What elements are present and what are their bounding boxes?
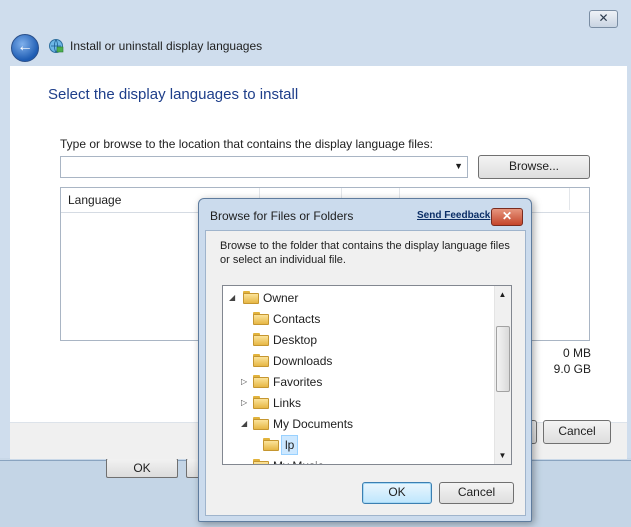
available-space-value: 9.0 GB <box>553 362 591 376</box>
send-feedback-link[interactable]: Send Feedback <box>417 210 490 221</box>
desktop-folder-icon <box>253 333 269 346</box>
collapse-arrow-icon[interactable]: ▷ <box>241 393 251 413</box>
favorites-folder-icon <box>253 375 269 388</box>
tree-item-label: Links <box>273 396 302 410</box>
collapse-arrow-icon[interactable]: ▷ <box>241 372 251 392</box>
dialog-ok-button[interactable]: OK <box>362 482 432 504</box>
dialog-cancel-button[interactable]: Cancel <box>439 482 514 504</box>
tree-item-label: Desktop <box>273 333 318 347</box>
page-heading: Select the display languages to install <box>48 86 299 103</box>
cancel-button[interactable]: Cancel <box>543 420 611 444</box>
dialog-close-button[interactable]: ✕ <box>491 208 523 226</box>
expand-arrow-icon[interactable]: ◢ <box>241 414 251 434</box>
dropdown-arrow-icon[interactable]: ▼ <box>454 161 463 171</box>
user-folder-icon <box>243 291 259 304</box>
folder-tree[interactable]: ◢ Owner Contacts Desktop Downloads ▷ Fav… <box>222 285 512 465</box>
dialog-instruction: Browse to the folder that contains the d… <box>220 240 510 266</box>
dialog-body: Browse to the folder that contains the d… <box>205 230 526 516</box>
scroll-up-arrow-icon[interactable]: ▲ <box>494 286 511 303</box>
links-folder-icon <box>253 396 269 409</box>
music-folder-icon <box>253 459 269 464</box>
location-combobox[interactable]: ▼ <box>60 156 468 178</box>
window-title: Install or uninstall display languages <box>70 39 263 53</box>
tree-item-label: Favorites <box>273 375 323 389</box>
expand-arrow-icon[interactable]: ◢ <box>229 288 239 308</box>
lp-file-icon <box>263 438 279 451</box>
dialog-title: Browse for Files or Folders <box>210 209 354 223</box>
tree-item-label: My Documents <box>273 417 354 431</box>
background-ok-button[interactable]: OK <box>106 458 178 478</box>
language-globe-icon <box>49 39 64 53</box>
scroll-thumb[interactable] <box>496 326 510 392</box>
tree-item-label: Owner <box>263 291 299 305</box>
location-instruction: Type or browse to the location that cont… <box>60 137 433 151</box>
column-divider <box>569 188 570 210</box>
tree-item-label: Downloads <box>273 354 333 368</box>
scroll-down-arrow-icon[interactable]: ▼ <box>494 447 511 464</box>
documents-library-icon <box>253 417 269 430</box>
column-language[interactable]: Language <box>68 193 121 207</box>
tree-item-label: My Music <box>273 456 324 464</box>
downloads-folder-icon <box>253 354 269 367</box>
browse-button[interactable]: Browse... <box>478 155 590 179</box>
tree-item-label: Contacts <box>273 312 321 326</box>
contacts-folder-icon <box>253 312 269 325</box>
window-close-button[interactable]: ✕ <box>589 10 618 28</box>
required-space-value: 0 MB <box>562 346 591 360</box>
tree-item-label: lp <box>281 435 299 455</box>
browse-dialog: Browse for Files or Folders Send Feedbac… <box>198 198 532 522</box>
back-arrow-icon[interactable]: ← <box>11 34 39 62</box>
